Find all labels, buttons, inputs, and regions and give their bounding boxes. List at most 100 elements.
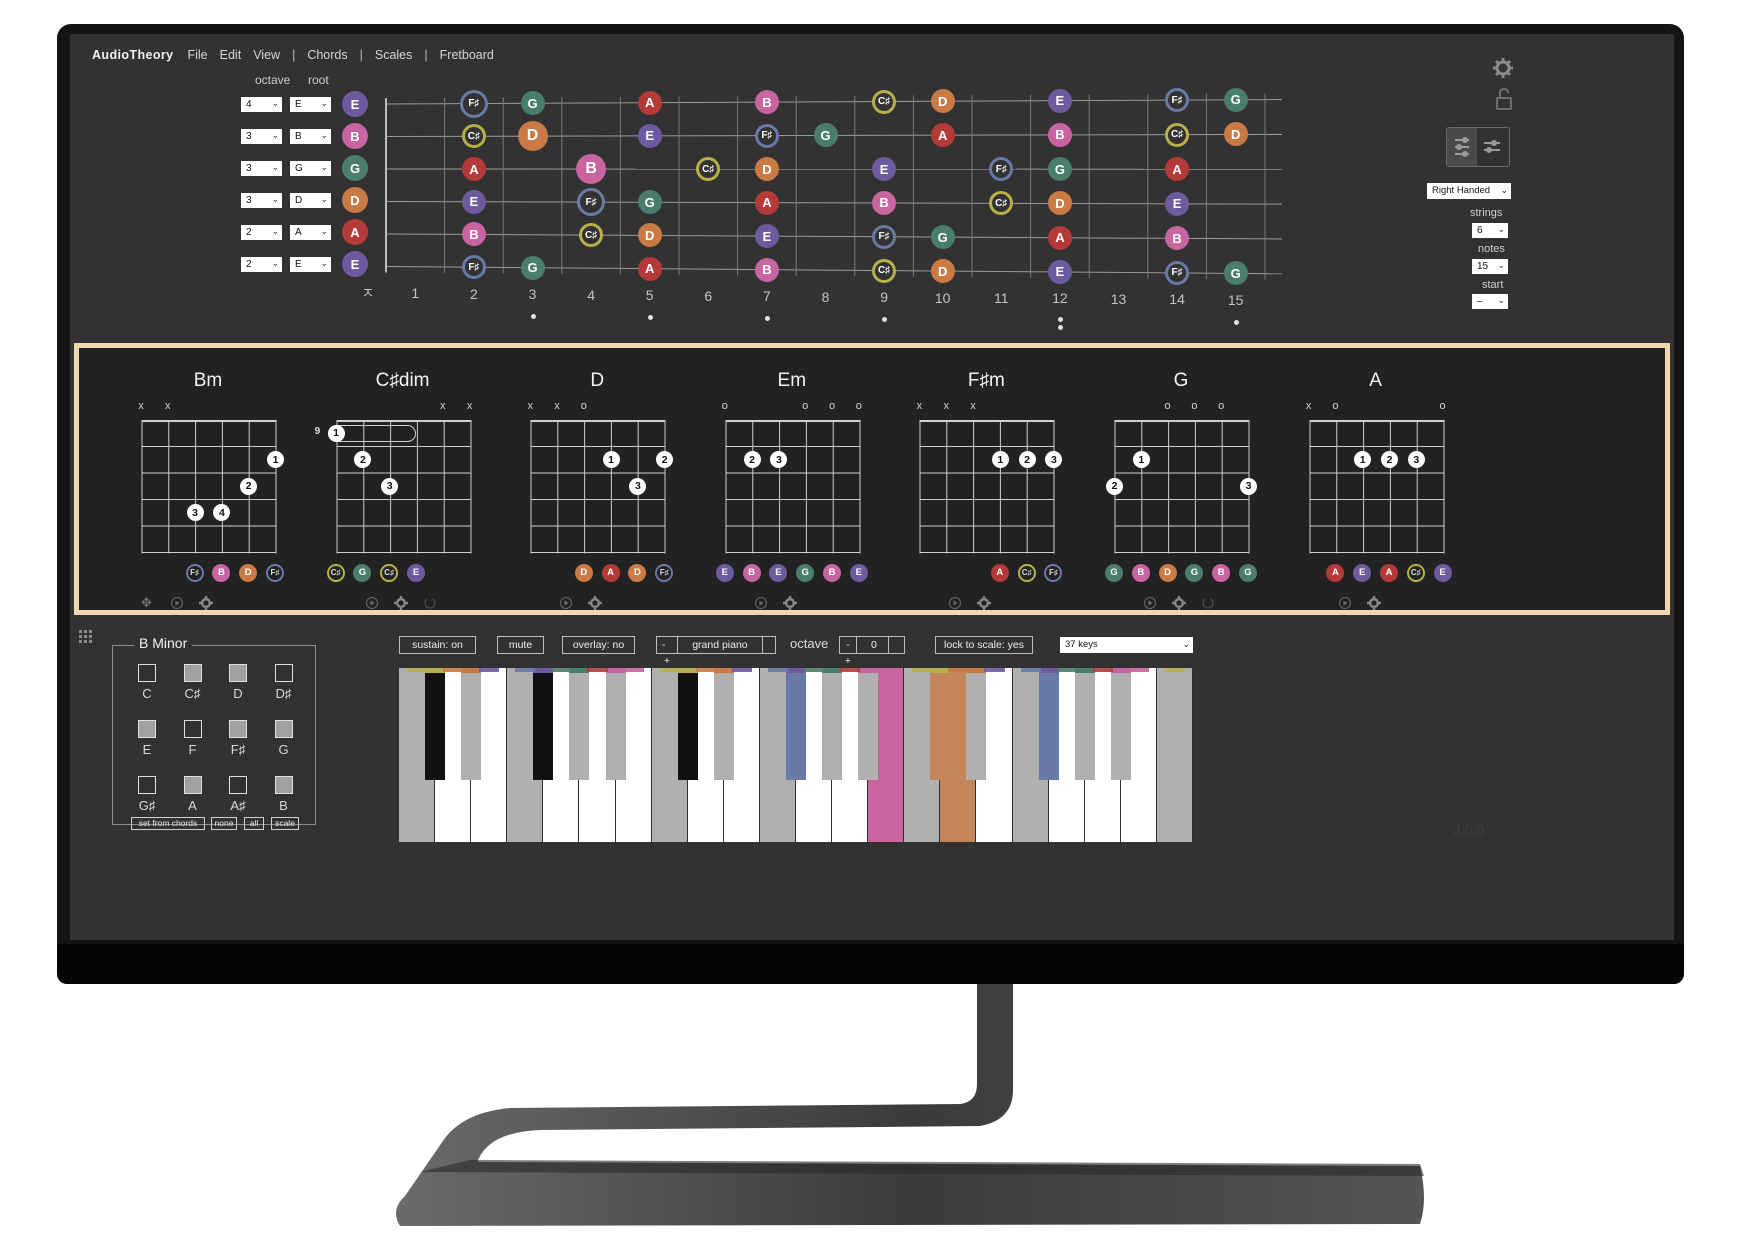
play-icon[interactable] xyxy=(171,596,183,609)
gear-icon[interactable] xyxy=(1366,595,1381,610)
fret-note-c-sharp[interactable]: C♯ xyxy=(461,124,486,149)
piano-key-c[interactable] xyxy=(1156,668,1193,842)
fret-note-b[interactable]: B xyxy=(872,190,897,215)
none-button[interactable]: none xyxy=(211,817,237,830)
fret-note-e[interactable]: E xyxy=(1047,259,1072,284)
fret-note-a[interactable]: A xyxy=(754,190,779,215)
view-toggle[interactable] xyxy=(1446,127,1510,167)
scale-button[interactable]: scale xyxy=(271,817,299,830)
piano-key-g-sharp[interactable] xyxy=(569,668,590,780)
fret-note-b[interactable]: B xyxy=(1047,122,1072,147)
gear-icon[interactable] xyxy=(199,595,213,610)
piano-key-f-sharp[interactable] xyxy=(1038,668,1059,780)
fret-note-f-sharp[interactable]: F♯ xyxy=(1165,260,1190,285)
handedness-select[interactable]: Right Handed ⌄ xyxy=(1427,183,1511,199)
fret-note-g[interactable]: G xyxy=(637,190,662,215)
piano-key-a-sharp[interactable] xyxy=(858,668,879,780)
gear-icon[interactable] xyxy=(588,595,603,610)
fret-note-f-sharp[interactable]: F♯ xyxy=(577,188,606,217)
scale-note-d-toggle[interactable] xyxy=(229,664,247,682)
fret-note-e[interactable]: E xyxy=(1047,88,1072,113)
piano-key-c-sharp[interactable] xyxy=(425,668,446,780)
scale-note-a-sharp-toggle[interactable] xyxy=(229,776,247,794)
play-icon[interactable] xyxy=(365,596,378,609)
fret-note-d[interactable]: D xyxy=(930,89,955,114)
gear-icon[interactable] xyxy=(1493,58,1513,78)
play-icon[interactable] xyxy=(949,596,962,609)
rotate-icon[interactable] xyxy=(424,597,436,609)
piano-key-d-sharp[interactable] xyxy=(966,668,987,780)
scale-note-d-sharp-toggle[interactable] xyxy=(274,664,293,682)
fret-note-g[interactable]: G xyxy=(930,225,955,250)
piano-key-g-sharp[interactable] xyxy=(1074,668,1095,780)
instrument-plus-button[interactable]: + xyxy=(662,653,672,669)
fret-note-a[interactable]: A xyxy=(637,256,662,281)
fret-note-a[interactable]: A xyxy=(1047,225,1072,250)
instrument-minus-button[interactable]: - xyxy=(662,637,674,653)
fret-note-e[interactable]: E xyxy=(637,123,662,148)
gear-icon[interactable] xyxy=(393,595,408,610)
fret-note-d[interactable]: D xyxy=(517,121,548,152)
piano-key-d-sharp[interactable] xyxy=(461,668,482,780)
fret-note-g[interactable]: G xyxy=(520,91,545,116)
lock-to-scale-button[interactable]: lock to scale: yes xyxy=(935,636,1033,654)
fret-note-b[interactable]: B xyxy=(576,154,607,185)
grid-icon[interactable] xyxy=(79,630,92,643)
scale-note-c-toggle[interactable] xyxy=(138,664,156,682)
fret-note-b[interactable]: B xyxy=(754,90,779,115)
play-icon[interactable] xyxy=(754,596,767,609)
scale-note-c-sharp-toggle[interactable] xyxy=(183,664,202,682)
play-icon[interactable] xyxy=(1144,596,1156,609)
all-button[interactable]: all xyxy=(244,817,264,830)
move-icon[interactable]: ✥ xyxy=(141,595,152,611)
fret-note-d[interactable]: D xyxy=(930,259,955,284)
piano-key-f-sharp[interactable] xyxy=(533,668,554,780)
fret-note-g[interactable]: G xyxy=(1223,87,1248,112)
play-icon[interactable] xyxy=(560,596,573,609)
unlock-icon[interactable] xyxy=(1496,87,1512,110)
gear-icon[interactable] xyxy=(782,595,797,610)
start-select[interactable]: – ⌄ xyxy=(1472,294,1508,309)
octave-minus-button[interactable]: - xyxy=(840,637,857,653)
keys-select[interactable]: 37 keys ⌄ xyxy=(1060,637,1193,653)
fret-note-c-sharp[interactable]: C♯ xyxy=(872,258,897,283)
gear-icon[interactable] xyxy=(977,595,992,610)
fret-note-a[interactable]: A xyxy=(930,123,955,148)
octave-plus-button[interactable]: + xyxy=(840,653,856,669)
strings-select[interactable]: 6 ⌄ xyxy=(1472,223,1508,238)
piano-key-a-sharp[interactable] xyxy=(1110,668,1131,780)
set-from-chords-button[interactable]: set from chords xyxy=(131,817,205,830)
fret-note-e[interactable]: E xyxy=(1165,191,1190,216)
piano-key-c-sharp[interactable] xyxy=(677,668,698,780)
scale-note-g-toggle[interactable] xyxy=(274,720,293,738)
scale-note-g-sharp-toggle[interactable] xyxy=(138,776,156,794)
fret-note-c-sharp[interactable]: C♯ xyxy=(1165,122,1190,147)
piano-key-a-sharp[interactable] xyxy=(605,668,626,780)
fret-note-g[interactable]: G xyxy=(813,123,838,148)
gear-icon[interactable] xyxy=(1172,595,1186,610)
sustain-button[interactable]: sustain: on xyxy=(399,636,476,654)
piano-key-d-sharp[interactable] xyxy=(713,668,734,780)
fret-note-f-sharp[interactable]: F♯ xyxy=(1165,88,1190,113)
piano-key-g-sharp[interactable] xyxy=(822,668,843,780)
fret-note-g[interactable]: G xyxy=(1047,157,1072,182)
piano-key-c-sharp[interactable] xyxy=(930,668,951,780)
fret-note-f-sharp[interactable]: F♯ xyxy=(459,89,488,118)
fret-note-f-sharp[interactable]: F♯ xyxy=(754,123,779,148)
scale-note-f-sharp-toggle[interactable] xyxy=(229,720,247,738)
fret-note-b[interactable]: B xyxy=(754,257,779,282)
fret-note-a[interactable]: A xyxy=(637,90,662,115)
scale-note-b-toggle[interactable] xyxy=(274,776,293,794)
fret-note-e[interactable]: E xyxy=(461,189,486,214)
fret-note-a[interactable]: A xyxy=(461,157,486,182)
fret-note-d[interactable]: D xyxy=(637,223,662,248)
mute-button[interactable]: mute xyxy=(497,636,544,654)
scale-note-f-toggle[interactable] xyxy=(183,720,202,738)
fret-note-f-sharp[interactable]: F♯ xyxy=(461,255,486,280)
scale-note-e-toggle[interactable] xyxy=(138,720,156,738)
piano-key-f-sharp[interactable] xyxy=(786,668,806,780)
fret-note-g[interactable]: G xyxy=(1223,261,1248,286)
play-icon[interactable] xyxy=(1338,596,1351,609)
vertical-layout-icon[interactable] xyxy=(1447,128,1477,166)
notes-select[interactable]: 15 ⌄ xyxy=(1472,259,1508,274)
